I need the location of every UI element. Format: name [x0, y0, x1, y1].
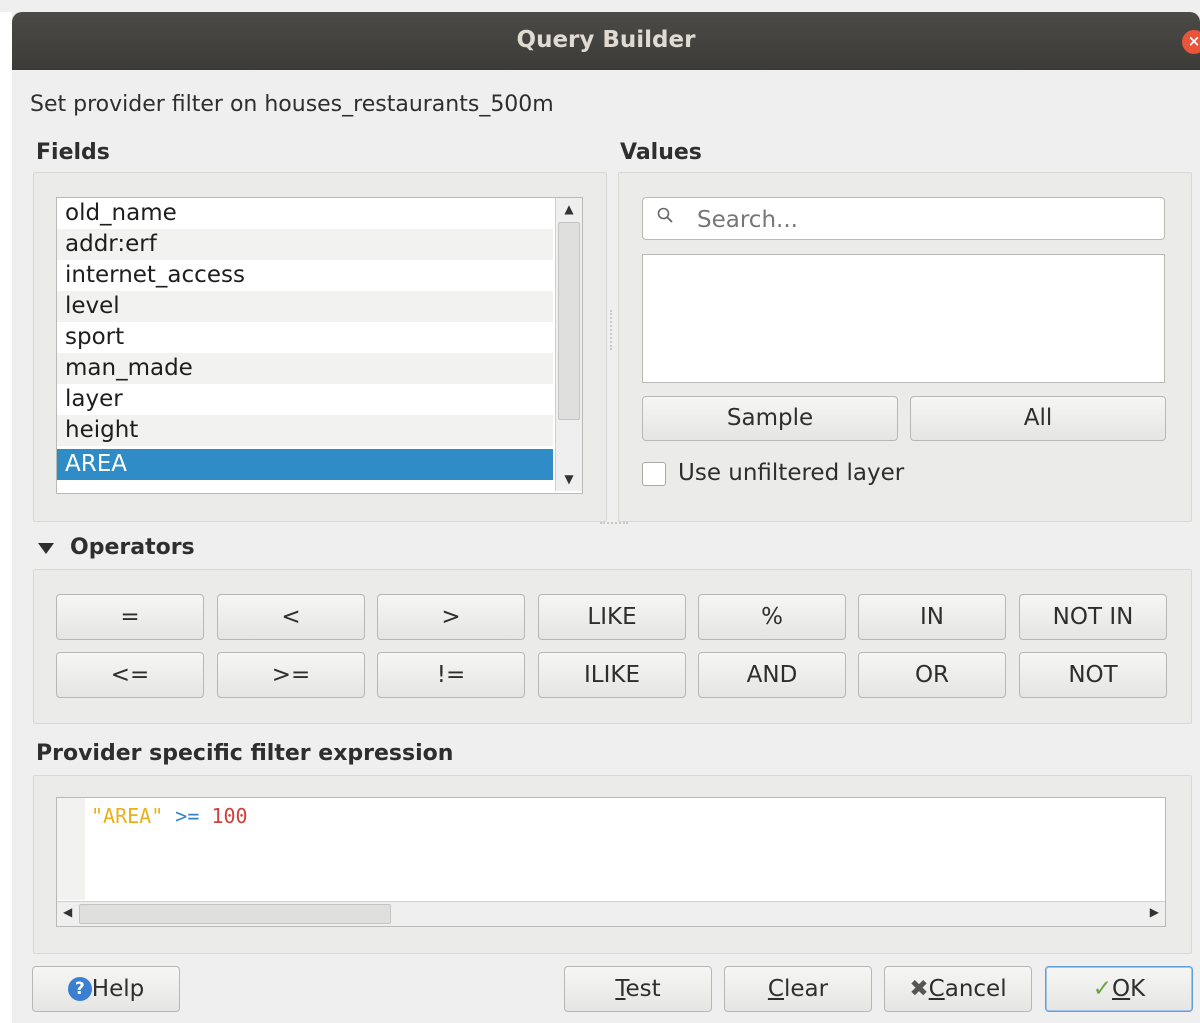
operator-or-button[interactable]: OR: [858, 652, 1006, 698]
cancel-icon: ✖: [909, 976, 929, 1002]
clear-mnemonic: C: [767, 976, 784, 1002]
help-icon: ?: [67, 977, 92, 1001]
scroll-right-icon[interactable]: ▶: [1150, 905, 1159, 919]
cancel-button[interactable]: ✖Cancel: [884, 966, 1032, 1012]
fields-scrollbar[interactable]: ▲ ▼: [555, 198, 582, 491]
list-item[interactable]: addr:erf: [57, 229, 553, 260]
ok-mnemonic: O: [1112, 976, 1131, 1002]
list-item[interactable]: man_made: [57, 353, 553, 384]
sample-button[interactable]: Sample: [642, 396, 898, 441]
clear-label: lear: [783, 976, 829, 1002]
values-heading: Values: [620, 140, 702, 165]
title-bar: Query Builder ×: [12, 12, 1200, 70]
operator-not-button[interactable]: NOT: [1019, 652, 1167, 698]
operator-percent-button[interactable]: %: [698, 594, 846, 640]
expression-field-token: "AREA": [91, 804, 164, 828]
search-icon: [657, 207, 673, 223]
operator-less-than-button[interactable]: <: [217, 594, 365, 640]
scrollbar-thumb[interactable]: [558, 222, 580, 420]
cancel-mnemonic: C: [928, 976, 945, 1002]
fields-list[interactable]: old_name addr:erf internet_access level …: [56, 197, 583, 494]
scroll-down-icon[interactable]: ▼: [556, 472, 582, 486]
operators-heading[interactable]: Operators: [70, 535, 195, 560]
ok-button[interactable]: ✓OK: [1045, 966, 1193, 1012]
query-builder-dialog: Query Builder × Set provider filter on h…: [0, 0, 1200, 1023]
fields-heading: Fields: [36, 140, 110, 165]
help-button[interactable]: ? Help: [32, 966, 180, 1012]
list-item[interactable]: sport: [57, 322, 553, 353]
use-unfiltered-checkbox[interactable]: [642, 462, 666, 486]
list-item[interactable]: old_name: [57, 198, 553, 229]
cancel-label: ancel: [944, 976, 1007, 1002]
list-item-selected[interactable]: AREA: [57, 449, 553, 480]
operators-group: [33, 569, 1192, 724]
splitter-handle-horizontal[interactable]: [600, 522, 628, 524]
window-edge: [0, 12, 12, 1023]
editor-gutter: [57, 798, 85, 900]
scrollbar-thumb[interactable]: [79, 904, 391, 924]
use-unfiltered-label[interactable]: Use unfiltered layer: [678, 460, 904, 486]
operator-less-equal-button[interactable]: <=: [56, 652, 204, 698]
ok-check-icon: ✓: [1092, 976, 1113, 1002]
window-title: Query Builder: [516, 27, 696, 53]
ok-label: K: [1130, 976, 1146, 1002]
operator-equals-button[interactable]: =: [56, 594, 204, 640]
test-mnemonic: T: [615, 976, 626, 1002]
list-item[interactable]: level: [57, 291, 553, 322]
operator-greater-equal-button[interactable]: >=: [217, 652, 365, 698]
expression-heading: Provider specific filter expression: [36, 741, 454, 766]
splitter-handle[interactable]: [610, 310, 614, 350]
expression-value-token: 100: [211, 804, 248, 828]
operator-not-equal-button[interactable]: !=: [377, 652, 525, 698]
list-item[interactable]: height: [57, 415, 553, 446]
clear-button[interactable]: Clear: [724, 966, 872, 1012]
operator-and-button[interactable]: AND: [698, 652, 846, 698]
operator-greater-than-button[interactable]: >: [377, 594, 525, 640]
editor-horizontal-scrollbar[interactable]: ◀ ▶: [57, 901, 1165, 926]
values-search[interactable]: [642, 197, 1165, 240]
values-list[interactable]: [642, 254, 1165, 383]
close-icon[interactable]: ×: [1182, 30, 1200, 54]
collapse-triangle-icon[interactable]: [38, 543, 54, 554]
scroll-up-icon[interactable]: ▲: [556, 202, 582, 216]
operator-not-in-button[interactable]: NOT IN: [1019, 594, 1167, 640]
list-item[interactable]: layer: [57, 384, 553, 415]
operator-in-button[interactable]: IN: [858, 594, 1006, 640]
operator-like-button[interactable]: LIKE: [538, 594, 686, 640]
list-item[interactable]: internet_access: [57, 260, 553, 291]
scroll-left-icon[interactable]: ◀: [63, 905, 72, 919]
all-button[interactable]: All: [910, 396, 1166, 441]
search-input[interactable]: [695, 204, 1149, 236]
operator-ilike-button[interactable]: ILIKE: [538, 652, 686, 698]
filter-expression-text[interactable]: "AREA" >= 100: [91, 804, 248, 828]
dialog-subtitle: Set provider filter on houses_restaurant…: [30, 92, 554, 117]
test-button[interactable]: Test: [564, 966, 712, 1012]
test-label: est: [625, 976, 661, 1002]
expression-operator-token: >=: [175, 804, 200, 828]
filter-expression-editor[interactable]: "AREA" >= 100 ◀ ▶: [56, 797, 1166, 927]
help-label: Help: [91, 976, 145, 1002]
